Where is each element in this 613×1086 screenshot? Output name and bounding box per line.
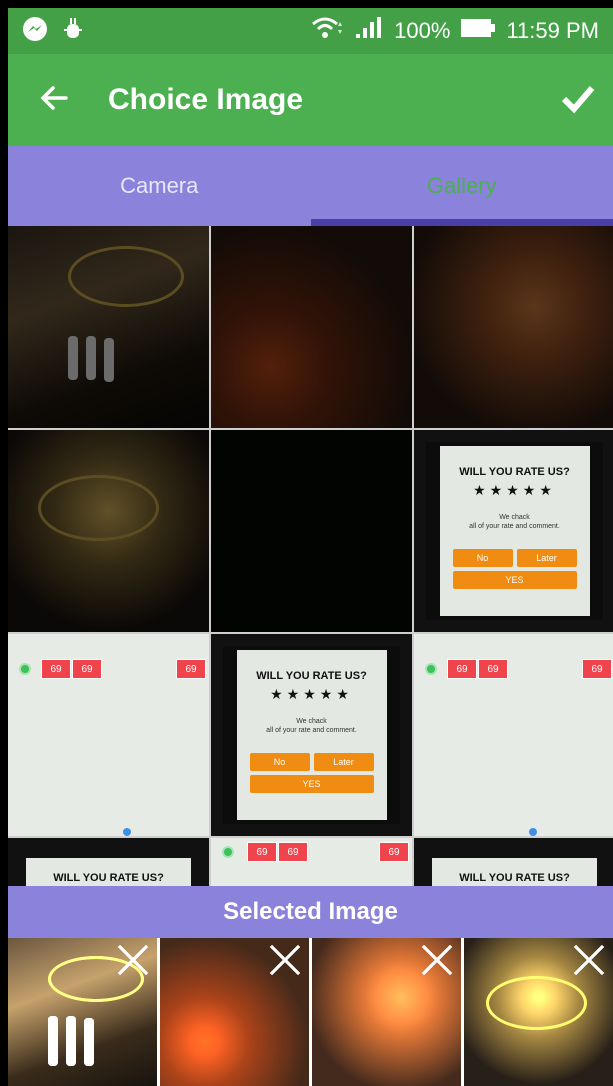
rate-stars: ★★★★★ (473, 482, 556, 498)
gallery-item[interactable]: WILL YOU RATE US? ★★★★★ We chack all of y… (211, 634, 412, 836)
count-badge: 69 (582, 659, 612, 679)
buffet-sign (486, 976, 587, 1030)
rate-buttons: No Later (249, 753, 374, 771)
rate-yes-button: YES (249, 775, 374, 793)
tab-camera[interactable]: Camera (8, 146, 311, 226)
count-badge: 69 (247, 842, 277, 862)
tab-gallery[interactable]: Gallery (310, 146, 613, 226)
rate-message: We chack all of your rate and comment. (266, 717, 357, 735)
back-button[interactable] (8, 54, 100, 146)
rate-dialog-screenshot: WILL YOU RATE US? ★★★★★ We chack all of y… (223, 646, 400, 824)
gallery-item[interactable] (211, 430, 412, 632)
rate-dialog: WILL YOU RATE US? ★★★★★ We chack all of y… (236, 650, 387, 820)
selected-thumb[interactable] (8, 938, 157, 1086)
back-arrow-icon (38, 82, 70, 119)
gallery-item[interactable]: 69 69 69 (8, 634, 209, 836)
battery-icon (460, 17, 496, 45)
rate-dialog-title: WILL YOU RATE US? (53, 872, 164, 884)
clock: 11:59 PM (506, 18, 599, 43)
rate-yes-button: YES (452, 571, 577, 589)
count-badge: 69 (447, 659, 477, 679)
tab-indicator (310, 219, 613, 226)
gallery-item[interactable]: WILL YOU RATE US? ★★★★★ We chack all of y… (414, 430, 613, 632)
photo-person (48, 1016, 58, 1066)
rate-dialog-title: WILL YOU RATE US? (459, 466, 570, 478)
confirm-button[interactable] (543, 54, 613, 146)
messenger-icon (22, 16, 48, 47)
status-bar: 100% 11:59 PM (8, 8, 613, 54)
count-badge: 69 (41, 659, 71, 679)
photo-person (68, 336, 78, 380)
signal-icon (354, 16, 384, 46)
close-icon[interactable] (419, 942, 455, 978)
rate-message-line2: all of your rate and comment. (469, 523, 560, 530)
page-title: Choice Image (108, 83, 304, 116)
buffet-sign (38, 475, 159, 541)
gallery-item[interactable]: 69 69 69 (414, 634, 613, 836)
selected-thumb[interactable] (312, 938, 461, 1086)
selected-image-strip[interactable] (8, 938, 613, 1086)
rate-message: We chack all of your rate and comment. (469, 513, 560, 531)
count-badge: 69 (478, 659, 508, 679)
rate-no-button: No (452, 549, 513, 567)
rate-later-button: Later (516, 549, 577, 567)
rate-message-line1: We chack (499, 514, 530, 521)
rate-buttons: No Later (452, 549, 577, 567)
gallery-item[interactable]: WILL YOU RATE US? (8, 838, 209, 886)
battery-percent: 100% (394, 18, 451, 43)
rate-dialog: WILL YOU RATE US? ★★★★★ We chack all of y… (439, 446, 590, 616)
app-bar: Choice Image (8, 54, 613, 146)
page-dot (529, 828, 537, 836)
rate-stars: ★★★★★ (270, 686, 353, 702)
close-icon[interactable] (267, 942, 303, 978)
rate-dialog-screenshot: WILL YOU RATE US? ★★★★★ We chack all of y… (426, 442, 603, 620)
status-dot (222, 846, 234, 858)
tab-gallery-label: Gallery (426, 173, 497, 198)
selected-thumb[interactable] (160, 938, 309, 1086)
rate-message-line2: all of your rate and comment. (266, 727, 357, 734)
gallery-item[interactable] (8, 226, 209, 428)
selected-image-title: Selected Image (223, 898, 398, 925)
photo-person (86, 336, 96, 380)
count-badge: 69 (278, 842, 308, 862)
gallery-grid: WILL YOU RATE US? ★★★★★ We chack all of y… (8, 226, 613, 886)
gallery-item[interactable] (414, 226, 613, 428)
photo-person (84, 1018, 94, 1066)
photo-person (104, 338, 114, 382)
close-icon[interactable] (115, 942, 151, 978)
gallery-item[interactable]: 69 69 69 (211, 838, 412, 886)
count-badge: 69 (72, 659, 102, 679)
selected-image-header: Selected Image (8, 886, 613, 938)
rate-dialog-title: WILL YOU RATE US? (256, 670, 367, 682)
gallery-item[interactable] (211, 226, 412, 428)
wifi-icon (310, 16, 344, 46)
status-dot (19, 663, 31, 675)
check-icon (560, 80, 596, 121)
gallery-item[interactable]: WILL YOU RATE US? (414, 838, 613, 886)
gallery-item[interactable] (8, 430, 209, 632)
restaurant-sign (68, 246, 184, 307)
android-debug-icon (62, 16, 84, 47)
rate-dialog: WILL YOU RATE US? (432, 858, 597, 886)
rate-message-line1: We chack (296, 718, 327, 725)
count-badge: 69 (176, 659, 206, 679)
count-badge: 69 (379, 842, 409, 862)
close-icon[interactable] (571, 942, 607, 978)
rate-dialog: WILL YOU RATE US? (26, 858, 191, 886)
page-dot (123, 828, 131, 836)
selected-thumb[interactable] (464, 938, 613, 1086)
status-dot (425, 663, 437, 675)
tab-bar: Camera Gallery (8, 146, 613, 226)
rate-later-button: Later (313, 753, 374, 771)
tab-camera-label: Camera (120, 173, 199, 198)
rate-dialog-title: WILL YOU RATE US? (459, 872, 570, 884)
photo-person (66, 1016, 76, 1066)
rate-no-button: No (249, 753, 310, 771)
